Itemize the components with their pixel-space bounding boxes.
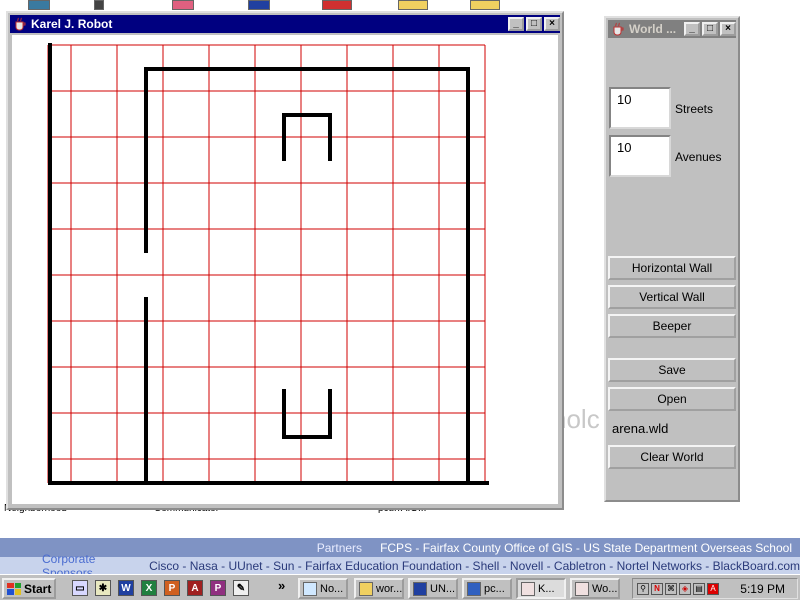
desktop-icon[interactable] [470,0,500,10]
shield-icon[interactable]: ◈ [679,582,691,595]
maximize-button[interactable]: □ [702,22,718,36]
window-title: World ... [629,22,677,36]
maximize-button[interactable]: □ [526,17,542,31]
word-icon[interactable]: W [118,580,134,596]
partners-list[interactable]: FCPS - Fairfax County Office of GIS - US… [380,541,792,555]
lower-u-wall [282,389,332,439]
close-button[interactable]: × [720,22,736,36]
access-icon[interactable]: A [187,580,203,596]
minimize-button[interactable]: _ [508,17,524,31]
java-cup-icon [611,22,625,36]
sponsors-list[interactable]: Cisco - Nasa - UUnet - Sun - Fairfax Edu… [149,559,800,573]
system-tray: ⚲ N ⌘ ◈ ▤ A 5:19 PM [632,578,798,599]
powerpoint-icon[interactable]: P [164,580,180,596]
folder-icon [359,581,373,596]
open-button[interactable]: Open [608,387,736,411]
desktop-icon[interactable] [28,0,50,10]
show-desktop-icon[interactable]: ▭ [72,580,88,596]
windows-logo-icon [7,582,21,595]
beeper-button[interactable]: Beeper [608,314,736,338]
clear-world-button[interactable]: Clear World [608,445,736,469]
paint-icon[interactable]: ✎ [233,580,249,596]
printer-icon[interactable]: ▤ [693,582,705,595]
java-cup-icon [13,17,27,31]
task-label: pc... [484,582,505,595]
norton-icon[interactable]: N [651,582,663,595]
task-label: No... [320,582,344,595]
taskbar: Start ▭ ✱ W X P A P ✎ » No... wor... UN.… [0,574,800,600]
browser-icon [467,581,481,596]
task-button-world[interactable]: Wo... [570,578,620,599]
task-button-browser[interactable]: pc... [462,578,512,599]
start-label: Start [24,581,52,596]
avenues-field[interactable]: 10 [609,135,671,177]
window-title: Karel J. Robot [31,17,113,31]
excel-icon[interactable]: X [141,580,157,596]
avenues-label: Avenues [675,150,722,164]
ati-icon[interactable]: A [707,582,719,595]
minimize-button[interactable]: _ [684,22,700,36]
task-label: UN... [430,582,456,595]
desktop-icon[interactable] [322,0,352,10]
quick-launch-more[interactable]: » [278,578,285,593]
world-window-titlebar[interactable]: World ... _ □ × [608,20,736,38]
save-button[interactable]: Save [608,358,736,382]
clock[interactable]: 5:19 PM [740,582,785,596]
task-button-folder[interactable]: wor... [354,578,404,599]
karel-robot-window[interactable]: Karel J. Robot _ □ × [6,11,564,510]
task-button-notepad[interactable]: No... [298,578,348,599]
arena-wall-top [144,67,470,485]
robot-window-titlebar[interactable]: Karel J. Robot _ □ × [10,15,560,33]
network-icon[interactable]: ✱ [95,580,111,596]
sponsors-band: Corporate Sponsors Cisco - Nasa - UUnet … [0,552,800,580]
notepad-icon [303,581,317,596]
desktop-icon[interactable] [94,0,104,10]
desktop-icon[interactable] [248,0,270,10]
close-button[interactable]: × [544,17,560,31]
walls [48,43,489,485]
task-label: Wo... [592,582,618,595]
task-label: wor... [376,582,403,595]
vertical-wall-button[interactable]: Vertical Wall [608,285,736,309]
task-label: K... [538,582,555,595]
task-button-word[interactable]: UN... [408,578,458,599]
robot-world-canvas[interactable] [12,35,558,504]
streets-field[interactable]: 10 [609,87,671,129]
task-button-karel[interactable]: K... [516,578,566,599]
word-doc-icon [413,581,427,596]
world-file-name: arena.wld [612,421,669,436]
horizontal-wall-button[interactable]: Horizontal Wall [608,256,736,280]
start-button[interactable]: Start [2,578,56,599]
java-cup-icon [575,581,589,596]
street-grid [47,44,486,483]
partners-label: Partners [316,540,363,555]
world-grid-svg[interactable] [12,35,562,508]
network-tray-icon[interactable]: ⌘ [665,582,677,595]
desktop-icon[interactable] [172,0,194,10]
publisher-icon[interactable]: P [210,580,226,596]
search-icon[interactable]: ⚲ [637,582,649,595]
desktop-icon[interactable] [398,0,428,10]
streets-label: Streets [675,102,714,116]
java-cup-icon [521,581,535,596]
